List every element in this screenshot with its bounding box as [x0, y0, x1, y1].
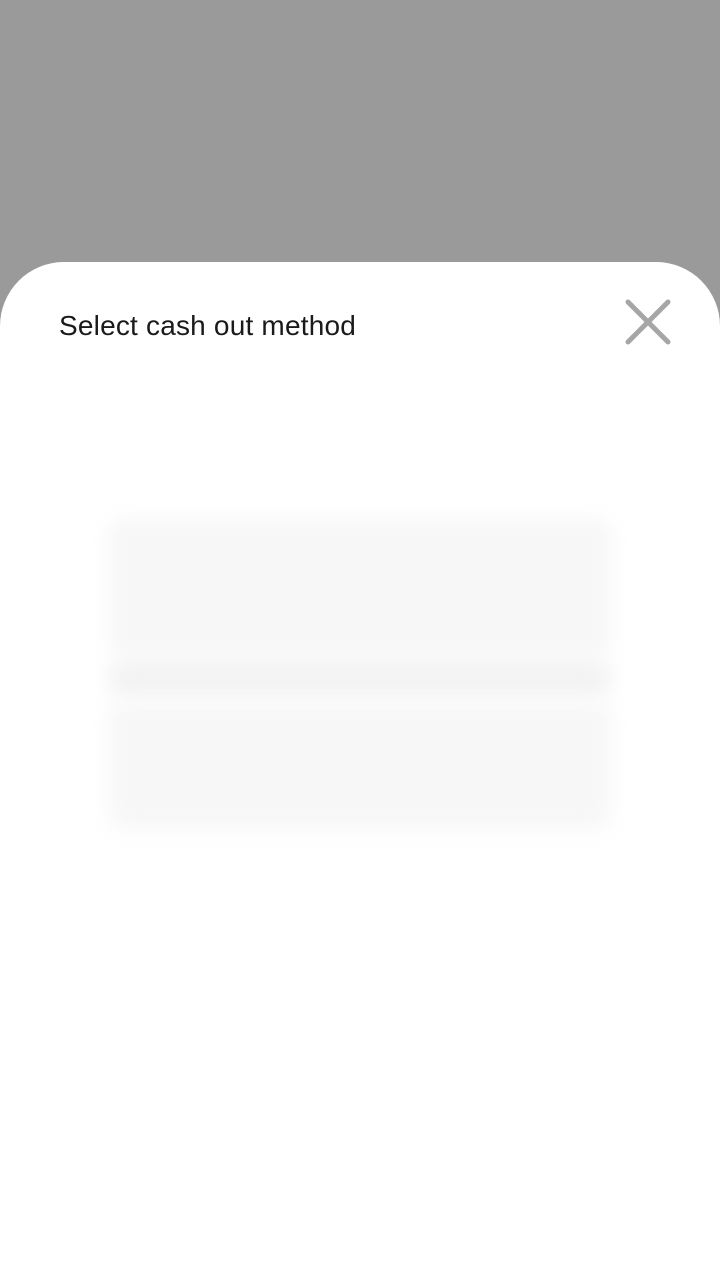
loading-placeholder-item	[108, 518, 612, 656]
loading-skeleton-list	[108, 510, 612, 840]
loading-placeholder-item	[108, 702, 612, 830]
close-button[interactable]	[616, 290, 680, 354]
screen: Select cash out method	[0, 0, 720, 1280]
cash-out-method-sheet: Select cash out method	[0, 262, 720, 1280]
sheet-title: Select cash out method	[59, 310, 357, 341]
loading-divider	[108, 660, 612, 696]
close-icon	[625, 299, 671, 345]
